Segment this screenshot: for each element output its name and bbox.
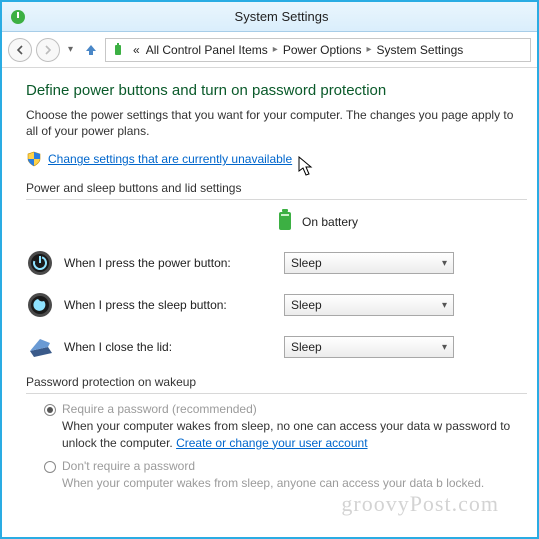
group-title-buttons: Power and sleep buttons and lid settings xyxy=(26,181,527,195)
row-label: When I press the power button: xyxy=(64,256,274,270)
shield-icon xyxy=(26,151,42,167)
address-bar[interactable]: « All Control Panel Items ▸ Power Option… xyxy=(105,38,531,62)
sleep-button-icon xyxy=(26,291,54,319)
power-button-select[interactable]: Sleep ▾ xyxy=(284,252,454,274)
page-heading: Define power buttons and turn on passwor… xyxy=(26,82,527,99)
back-button[interactable] xyxy=(8,38,32,62)
chevron-down-icon: ▾ xyxy=(442,300,447,311)
nav-toolbar: ▾ « All Control Panel Items ▸ Power Opti… xyxy=(2,32,537,68)
change-settings-link[interactable]: Change settings that are currently unava… xyxy=(48,152,292,166)
password-group: Password protection on wakeup Require a … xyxy=(26,375,527,491)
forward-button[interactable] xyxy=(36,38,60,62)
breadcrumb-item[interactable]: System Settings xyxy=(374,41,467,59)
breadcrumb-item[interactable]: All Control Panel Items xyxy=(143,41,271,59)
battery-header: On battery xyxy=(276,208,527,235)
divider xyxy=(26,199,527,200)
history-chevron-icon[interactable]: ▾ xyxy=(64,44,77,55)
battery-icon xyxy=(276,208,294,235)
select-value: Sleep xyxy=(291,298,322,312)
up-button[interactable] xyxy=(81,40,101,60)
radio-description: When your computer wakes from sleep, no … xyxy=(62,418,527,450)
lid-close-row: When I close the lid: Sleep ▾ xyxy=(26,333,527,361)
sleep-button-select[interactable]: Sleep ▾ xyxy=(284,294,454,316)
divider xyxy=(26,393,527,394)
window-title: System Settings xyxy=(34,9,529,24)
power-button-icon xyxy=(26,249,54,277)
row-label: When I press the sleep button: xyxy=(64,298,274,312)
content-area: Define power buttons and turn on passwor… xyxy=(2,68,537,537)
window: System Settings ▾ « All Control Panel It… xyxy=(0,0,539,539)
laptop-lid-icon xyxy=(26,333,54,361)
app-icon xyxy=(10,9,26,25)
radio-description: When your computer wakes from sleep, any… xyxy=(62,475,527,491)
titlebar: System Settings xyxy=(2,2,537,32)
chevron-right-icon: ▸ xyxy=(365,44,374,55)
radio-label: Require a password (recommended) xyxy=(62,402,257,416)
breadcrumb-item[interactable]: Power Options xyxy=(280,41,365,59)
breadcrumb-prefix: « xyxy=(130,41,143,59)
page-description: Choose the power settings that you want … xyxy=(26,107,527,139)
row-label: When I close the lid: xyxy=(64,340,274,354)
radio-dont-require-password: Don't require a password xyxy=(44,459,527,473)
radio-input[interactable] xyxy=(44,404,56,416)
group-title-password: Password protection on wakeup xyxy=(26,375,527,389)
select-value: Sleep xyxy=(291,340,322,354)
battery-label: On battery xyxy=(302,215,358,229)
sleep-button-row: When I press the sleep button: Sleep ▾ xyxy=(26,291,527,319)
change-settings-row: Change settings that are currently unava… xyxy=(26,151,527,167)
power-button-row: When I press the power button: Sleep ▾ xyxy=(26,249,527,277)
chevron-right-icon: ▸ xyxy=(271,44,280,55)
power-plan-icon xyxy=(110,42,126,58)
radio-label: Don't require a password xyxy=(62,459,195,473)
select-value: Sleep xyxy=(291,256,322,270)
radio-input[interactable] xyxy=(44,461,56,473)
radio-require-password: Require a password (recommended) xyxy=(44,402,527,416)
lid-close-select[interactable]: Sleep ▾ xyxy=(284,336,454,358)
chevron-down-icon: ▾ xyxy=(442,258,447,269)
create-account-link[interactable]: Create or change your user account xyxy=(176,436,367,450)
chevron-down-icon: ▾ xyxy=(442,342,447,353)
